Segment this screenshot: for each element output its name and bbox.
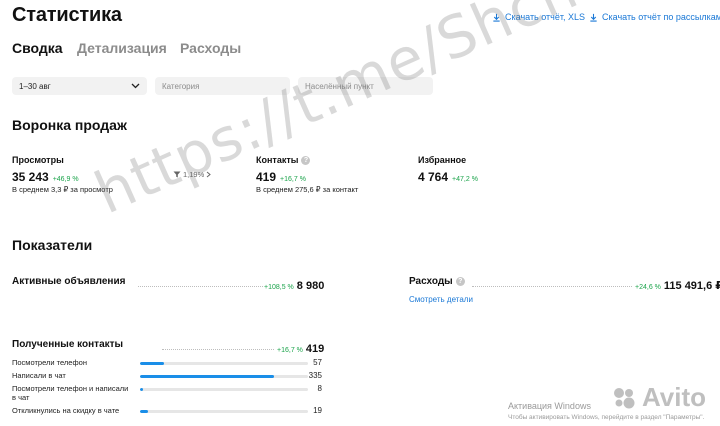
favorites-delta: +47,2 %	[452, 176, 478, 183]
active-ads-delta: +108,5 %	[264, 284, 294, 291]
favorites-label: Избранное	[418, 155, 467, 165]
contact-row-label: Откликнулись на скидку в чате	[12, 406, 120, 415]
download-report-link[interactable]: Скачать отчёт, XLS	[492, 12, 585, 22]
received-contacts-value: 419	[305, 343, 325, 355]
contacts-delta: +16,7 %	[280, 176, 306, 183]
contacts-value: 419	[256, 170, 277, 184]
category-field[interactable]: Категория	[155, 77, 290, 95]
download-report-label: Скачать отчёт, XLS	[505, 12, 586, 22]
contact-row-label: Посмотрели телефон	[12, 358, 87, 367]
contacts-metric: 419 +16,7 %	[256, 168, 306, 186]
indicators-title: Показатели	[12, 237, 93, 253]
tab-expenses[interactable]: Расходы	[180, 40, 241, 56]
contact-row-fill	[140, 388, 144, 391]
contacts-label: Контакты?	[256, 155, 311, 166]
contacts-label-text: Контакты	[256, 155, 299, 165]
received-contacts-delta: +16,7 %	[277, 347, 303, 354]
views-label: Просмотры	[12, 155, 64, 165]
download-mailing-report-link[interactable]: Скачать отчёт по рассылкам, XLS	[589, 12, 720, 22]
page-title: Статистика	[12, 4, 122, 26]
contacts-sub: В среднем 275,6 ₽ за контакт	[256, 185, 359, 194]
contact-row-label: Написали в чат	[12, 371, 66, 380]
contact-row-fill	[140, 362, 164, 365]
funnel-title: Воронка продаж	[12, 117, 127, 133]
contact-row-fill	[140, 410, 149, 413]
expenses-label: Расходы?	[409, 276, 465, 287]
download-mailing-report-label: Скачать отчёт по рассылкам, XLS	[602, 12, 720, 22]
contact-row-value: 335	[308, 371, 322, 380]
windows-activation-sub: Чтобы активировать Windows, перейдите в …	[508, 414, 705, 421]
views-value: 35 243	[12, 170, 49, 184]
contact-row-fill	[140, 375, 275, 378]
city-field[interactable]: Населённый пункт	[298, 77, 433, 95]
conversion-value: 1,19%	[183, 170, 205, 179]
dotted-leader	[472, 286, 632, 287]
download-icon	[590, 13, 597, 22]
dotted-leader	[138, 286, 263, 287]
dotted-leader	[162, 349, 274, 350]
expenses-metric: +24,6 % 115 491,6 ₽	[635, 276, 720, 294]
contact-row-bar	[140, 410, 308, 413]
chevron-right-icon	[206, 171, 212, 178]
category-placeholder: Категория	[162, 81, 200, 91]
help-icon[interactable]: ?	[301, 156, 311, 166]
help-icon[interactable]: ?	[455, 276, 465, 286]
contact-row-value: 19	[313, 406, 322, 415]
contact-row-bar	[140, 362, 308, 365]
received-contacts-label: Полученные контакты	[12, 339, 124, 350]
expenses-value: 115 491,6 ₽	[663, 280, 720, 292]
views-delta: +46,9 %	[52, 176, 79, 183]
watermark-text: https://t.me/Shchapova_T	[85, 0, 720, 228]
active-ads-metric: +108,5 % 8 980	[264, 276, 324, 294]
contact-row-label: Посмотрели телефон и написали в чат	[12, 384, 129, 402]
expenses-delta: +24,6 %	[635, 284, 661, 291]
funnel-icon	[173, 171, 181, 178]
conversion-indicator[interactable]: 1,19%	[173, 170, 212, 179]
avito-logo-text: Avito	[642, 382, 707, 412]
contact-row-value: 8	[317, 384, 322, 393]
received-contacts-metric: +16,7 % 419	[277, 339, 324, 357]
tab-summary[interactable]: Сводка	[12, 40, 63, 56]
avito-logo: Avito	[612, 382, 706, 413]
contact-row-bar	[140, 375, 308, 378]
favorites-value: 4 764	[418, 170, 449, 184]
contact-row-bar	[140, 388, 308, 391]
windows-activation-title: Активация Windows	[508, 401, 591, 411]
expenses-label-text: Расходы	[409, 276, 453, 287]
contact-row-value: 57	[313, 358, 322, 367]
views-sub: В среднем 3,3 ₽ за просмотр	[12, 185, 113, 194]
views-metric: 35 243 +46,9 %	[12, 168, 79, 186]
expenses-details-link[interactable]: Смотреть детали	[409, 295, 473, 304]
chevron-down-icon	[131, 83, 140, 89]
tab-details[interactable]: Детализация	[77, 40, 167, 56]
period-select[interactable]: 1–30 авг	[12, 77, 147, 95]
period-value: 1–30 авг	[19, 81, 51, 91]
active-ads-label: Активные объявления	[12, 276, 126, 287]
favorites-metric: 4 764 +47,2 %	[418, 168, 478, 186]
download-icon	[493, 13, 500, 22]
city-placeholder: Населённый пункт	[305, 81, 374, 91]
active-ads-value: 8 980	[296, 280, 325, 292]
avito-logo-icon	[614, 387, 635, 408]
